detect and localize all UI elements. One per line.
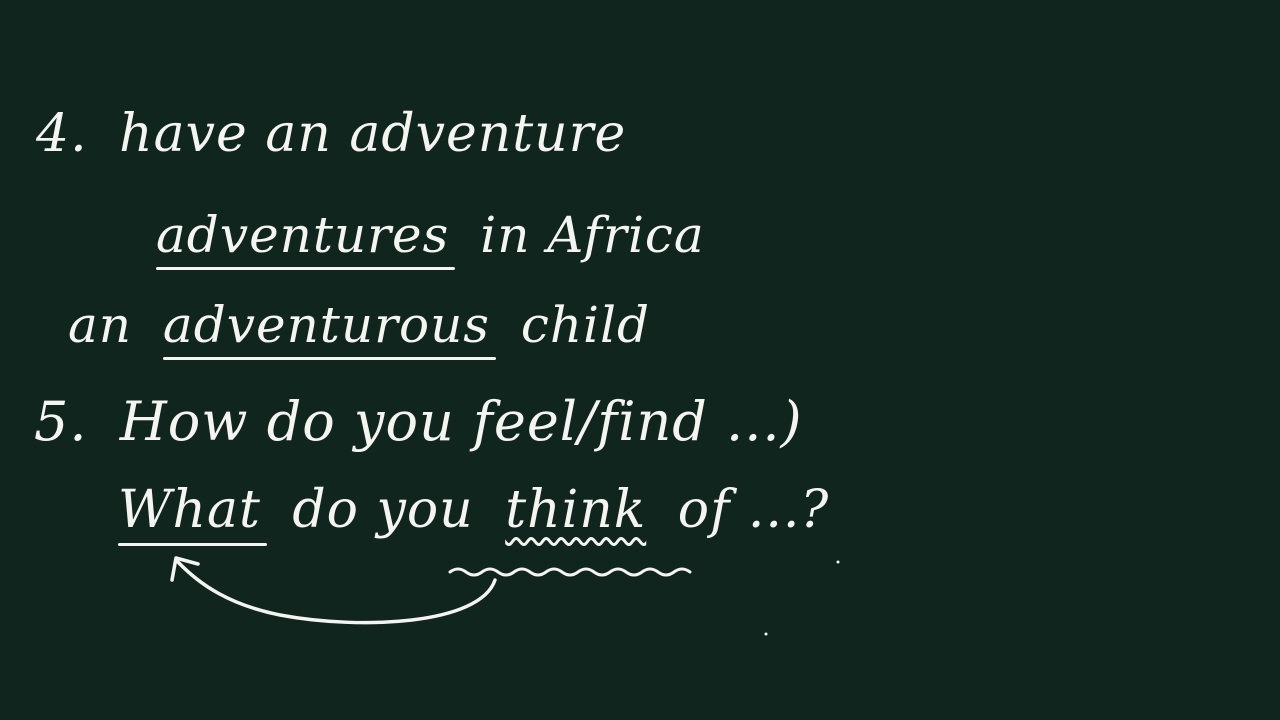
line-adventurous: an adventurous child <box>68 296 651 360</box>
question-text: of ...? <box>677 480 830 540</box>
curved-arrow <box>176 560 497 625</box>
wavy-underline-stroke <box>448 567 692 577</box>
arrow-head-icon <box>170 556 200 582</box>
underlined-word: adventures <box>156 206 456 270</box>
question-text: How do you feel/find ...) <box>119 390 803 453</box>
phrase-text: have an adventure <box>119 104 627 164</box>
item-number: 5. <box>34 390 88 453</box>
chalkboard: 4. have an adventure adventures in Afric… <box>0 0 1280 720</box>
question-text: do you <box>292 480 474 540</box>
line-item-5: 5. How do you feel/find ...) <box>34 390 803 453</box>
underlined-word: adventurous <box>162 296 496 360</box>
underlined-word: What <box>118 480 267 546</box>
item-number: 4. <box>36 104 88 164</box>
line-adventures: adventures in Africa <box>156 206 705 270</box>
line-item-4: 4. have an adventure <box>36 104 626 164</box>
line-what-think: What do you think of ...? <box>118 480 830 546</box>
phrase-text: an <box>68 296 133 354</box>
wavy-underlined-word: think <box>505 480 647 540</box>
chalk-dot <box>764 632 768 636</box>
phrase-text: child <box>520 296 651 354</box>
phrase-text: in Africa <box>480 206 705 264</box>
chalk-dot <box>836 560 840 564</box>
